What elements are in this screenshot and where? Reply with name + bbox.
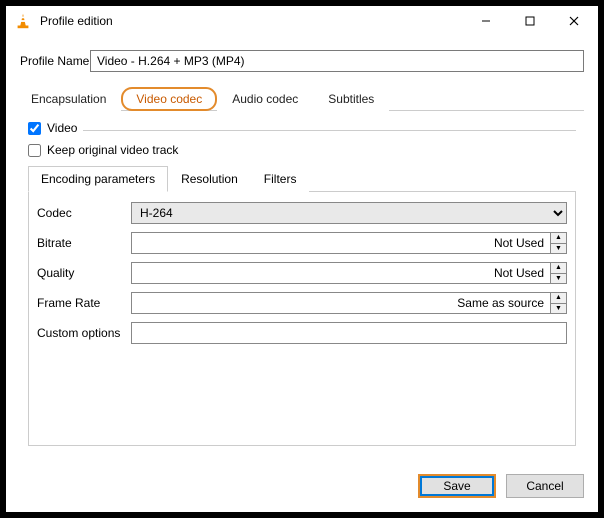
custom-options-label: Custom options (37, 326, 131, 340)
cancel-button[interactable]: Cancel (506, 474, 584, 498)
titlebar: Profile edition (6, 6, 598, 36)
framerate-input[interactable] (132, 293, 550, 313)
quality-spinbox[interactable]: ▲▼ (131, 262, 567, 284)
profile-edition-window: Profile edition Profile Name Encapsulati… (5, 5, 599, 513)
subtab-resolution[interactable]: Resolution (168, 166, 251, 192)
tab-video-codec[interactable]: Video codec (121, 87, 217, 111)
subtab-filters[interactable]: Filters (251, 166, 310, 192)
sub-tabs: Encoding parameters Resolution Filters (28, 165, 576, 192)
quality-label: Quality (37, 266, 131, 280)
down-arrow-icon[interactable]: ▼ (551, 244, 566, 254)
quality-input[interactable] (132, 263, 550, 283)
down-arrow-icon[interactable]: ▼ (551, 274, 566, 284)
keep-original-label: Keep original video track (47, 143, 178, 157)
group-line (83, 130, 576, 131)
vlc-cone-icon (14, 12, 32, 30)
custom-options-input[interactable] (131, 322, 567, 344)
up-arrow-icon[interactable]: ▲ (551, 233, 566, 244)
keep-original-checkbox[interactable] (28, 144, 41, 157)
up-arrow-icon[interactable]: ▲ (551, 293, 566, 304)
tab-encapsulation[interactable]: Encapsulation (20, 87, 121, 111)
down-arrow-icon[interactable]: ▼ (551, 304, 566, 314)
minimize-button[interactable] (464, 7, 508, 35)
codec-select[interactable]: H-264 (131, 202, 567, 224)
maximize-button[interactable] (508, 7, 552, 35)
quality-stepper[interactable]: ▲▼ (550, 263, 566, 283)
video-groupbox: Video Keep original video track Encoding… (20, 119, 584, 454)
subtab-encoding[interactable]: Encoding parameters (28, 166, 168, 192)
framerate-spinbox[interactable]: ▲▼ (131, 292, 567, 314)
profile-name-input[interactable] (90, 50, 584, 72)
bitrate-spinbox[interactable]: ▲▼ (131, 232, 567, 254)
content-area: Profile Name Encapsulation Video codec A… (6, 36, 598, 464)
tab-subtitles[interactable]: Subtitles (313, 87, 389, 111)
framerate-stepper[interactable]: ▲▼ (550, 293, 566, 313)
bitrate-label: Bitrate (37, 236, 131, 250)
window-title: Profile edition (40, 14, 464, 28)
main-tabs: Encapsulation Video codec Audio codec Su… (20, 86, 584, 111)
save-button[interactable]: Save (418, 474, 496, 498)
encoding-panel: Codec H-264 Bitrate ▲▼ Quality (28, 192, 576, 446)
bitrate-stepper[interactable]: ▲▼ (550, 233, 566, 253)
codec-label: Codec (37, 206, 131, 220)
profile-name-row: Profile Name (20, 50, 584, 72)
video-checkbox-row[interactable]: Video (28, 121, 77, 135)
close-button[interactable] (552, 7, 596, 35)
framerate-label: Frame Rate (37, 296, 131, 310)
tab-audio-codec[interactable]: Audio codec (217, 87, 313, 111)
keep-original-row[interactable]: Keep original video track (28, 143, 576, 157)
profile-name-label: Profile Name (20, 54, 90, 68)
up-arrow-icon[interactable]: ▲ (551, 263, 566, 274)
video-checkbox[interactable] (28, 122, 41, 135)
bitrate-input[interactable] (132, 233, 550, 253)
video-checkbox-label: Video (47, 121, 77, 135)
footer: Save Cancel (6, 464, 598, 512)
